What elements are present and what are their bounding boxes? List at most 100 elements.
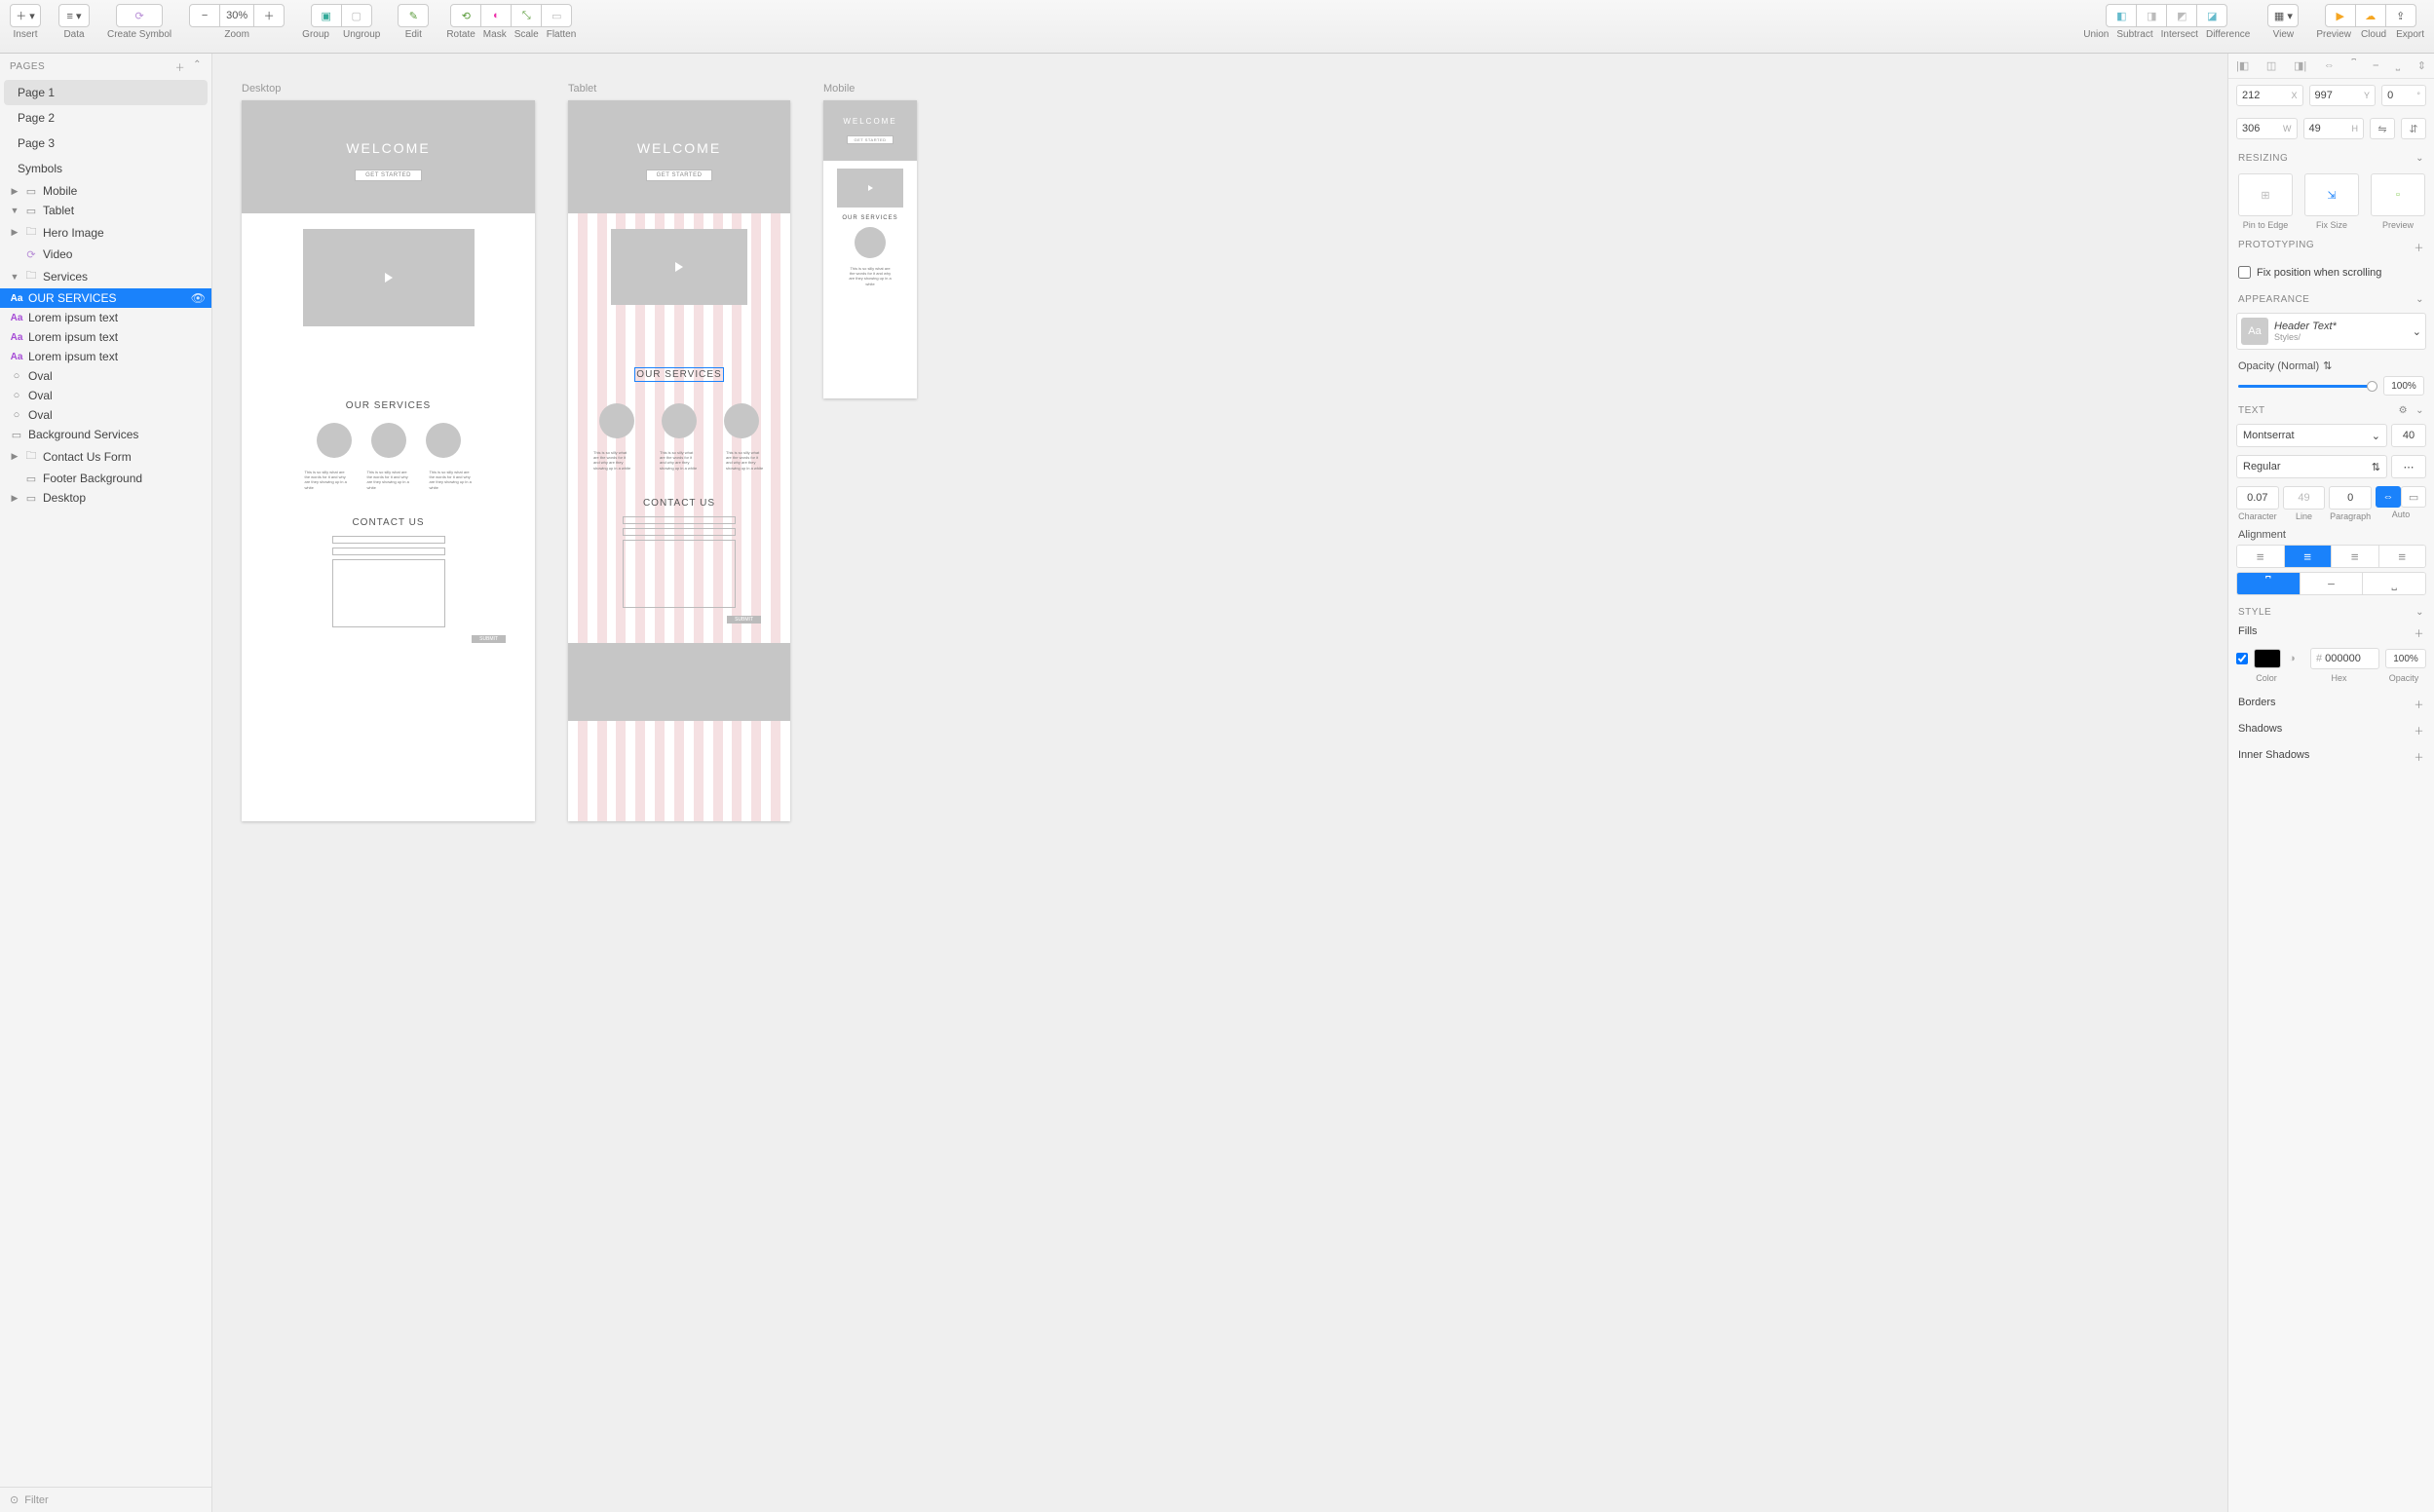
zoom-in-button[interactable]: ＋	[253, 4, 285, 27]
height-input[interactable]: 49H	[2303, 118, 2365, 139]
layer-text[interactable]: AaLorem ipsum text	[0, 308, 211, 327]
layer-group-contact[interactable]: ▶🗀Contact Us Form	[0, 444, 211, 469]
page-item[interactable]: Symbols	[4, 156, 208, 181]
valign-bottom-button[interactable]: ⎵	[2363, 573, 2425, 594]
artboard-tablet[interactable]: WELCOMEGET STARTED OUR SERVICES This is …	[568, 100, 790, 821]
x-input[interactable]: 212X	[2236, 85, 2303, 106]
difference-button[interactable]: ◪	[2196, 4, 2227, 27]
align-right-button[interactable]: ≡	[2332, 546, 2379, 567]
align-middle-icon[interactable]: ⎯	[2374, 59, 2379, 72]
disclosure-icon[interactable]: ▶	[10, 493, 19, 504]
valign-middle-button[interactable]: ⎯	[2301, 573, 2364, 594]
filter-bar[interactable]: ⊙Filter	[0, 1487, 211, 1512]
slider-thumb[interactable]	[2367, 381, 2377, 392]
align-justify-button[interactable]: ≡	[2379, 546, 2426, 567]
view-button[interactable]: ▦ ▾	[2267, 4, 2299, 27]
layer-text[interactable]: AaLorem ipsum text	[0, 347, 211, 366]
intersect-button[interactable]: ◩	[2166, 4, 2197, 27]
layer-text-our-services[interactable]: AaOUR SERVICES👁	[0, 288, 211, 308]
align-top-icon[interactable]: ⎴	[2352, 59, 2356, 72]
opacity-value[interactable]: 100%	[2383, 376, 2424, 396]
canvas[interactable]: Desktop WELCOMEGET STARTED OUR SERVICES …	[212, 54, 2227, 1512]
font-weight-select[interactable]: Regular⇅	[2236, 455, 2387, 478]
add-shadow-icon[interactable]: ＋	[2415, 723, 2425, 737]
fixed-width-button[interactable]: ▭	[2401, 486, 2426, 508]
preview-button[interactable]: ▶	[2325, 4, 2356, 27]
layer-rect[interactable]: ▭Footer Background	[0, 469, 211, 488]
layer-oval[interactable]: ○Oval	[0, 366, 211, 386]
ungroup-button[interactable]: ▢	[341, 4, 372, 27]
paragraph-spacing-input[interactable]: 0	[2329, 486, 2372, 510]
text-style-selector[interactable]: Aa Header Text*Styles/ ⌄	[2236, 313, 2426, 350]
fill-preview-icon[interactable]: ◑	[2289, 653, 2304, 664]
edit-button[interactable]: ✎	[398, 4, 429, 27]
flatten-button[interactable]: ▭	[541, 4, 572, 27]
pin-to-edge-control[interactable]: ⊞	[2238, 173, 2293, 216]
layer-oval[interactable]: ○Oval	[0, 386, 211, 405]
add-inner-shadow-icon[interactable]: ＋	[2415, 749, 2425, 764]
valign-top-button[interactable]: ⎴	[2237, 573, 2301, 594]
artboard-mobile[interactable]: WELCOMEGET STARTED OUR SERVICES This is …	[823, 100, 917, 398]
chevron-down-icon[interactable]: ⌄	[2415, 294, 2424, 305]
page-item[interactable]: Page 3	[4, 131, 208, 156]
union-button[interactable]: ◧	[2106, 4, 2137, 27]
layer-rect[interactable]: ▭Background Services	[0, 425, 211, 444]
add-border-icon[interactable]: ＋	[2415, 697, 2425, 711]
align-center-h-icon[interactable]: ◫	[2266, 59, 2276, 72]
artboard-label-tablet[interactable]: Tablet	[568, 83, 790, 94]
layer-oval[interactable]: ○Oval	[0, 405, 211, 425]
page-item[interactable]: Page 1	[4, 80, 208, 105]
align-bottom-icon[interactable]: ⎵	[2396, 59, 2400, 72]
layer-group-hero[interactable]: ▶🗀Hero Image	[0, 220, 211, 245]
flip-v-button[interactable]: ⇵	[2401, 118, 2426, 139]
auto-width-button[interactable]: ⇔	[2376, 486, 2401, 508]
add-icon[interactable]: ＋	[2415, 240, 2425, 254]
disclosure-icon[interactable]: ▼	[10, 272, 19, 282]
text-options-button[interactable]: ⋯	[2391, 455, 2426, 478]
fix-size-control[interactable]: ⇲	[2304, 173, 2359, 216]
mask-button[interactable]: ◐	[480, 4, 512, 27]
group-button[interactable]: ▣	[311, 4, 342, 27]
distribute-h-icon[interactable]: ⇔	[2324, 59, 2335, 72]
insert-button[interactable]: ＋ ▾	[10, 4, 41, 27]
font-family-select[interactable]: Montserrat⌄	[2236, 424, 2387, 447]
opacity-slider[interactable]	[2238, 385, 2377, 388]
artboard-label-desktop[interactable]: Desktop	[242, 83, 535, 94]
disclosure-icon[interactable]: ▼	[10, 206, 19, 215]
section-title-services-selected[interactable]: OUR SERVICES	[636, 369, 721, 380]
add-fill-icon[interactable]: ＋	[2415, 625, 2425, 640]
layer-artboard-tablet[interactable]: ▼▭Tablet	[0, 201, 211, 220]
align-right-icon[interactable]: ◨|	[2294, 59, 2306, 72]
layer-text[interactable]: AaLorem ipsum text	[0, 327, 211, 347]
data-button[interactable]: ≡ ▾	[58, 4, 90, 27]
blend-mode-icon[interactable]: ⇅	[2323, 359, 2332, 372]
chevron-down-icon[interactable]: ⌄	[2415, 607, 2424, 618]
subtract-button[interactable]: ◨	[2136, 4, 2167, 27]
align-left-button[interactable]: ≡	[2237, 546, 2285, 567]
artboard-desktop[interactable]: WELCOMEGET STARTED OUR SERVICES This is …	[242, 100, 535, 821]
rotate-button[interactable]: ⟲	[450, 4, 481, 27]
fill-enable-checkbox[interactable]	[2236, 653, 2248, 664]
visibility-icon[interactable]: 👁	[191, 291, 206, 305]
cloud-button[interactable]: ☁	[2355, 4, 2386, 27]
flip-h-button[interactable]: ⇋	[2370, 118, 2395, 139]
layer-artboard-desktop[interactable]: ▶▭Desktop	[0, 488, 211, 508]
hex-input[interactable]: #000000	[2310, 648, 2379, 669]
distribute-v-icon[interactable]: ⇕	[2417, 59, 2426, 72]
fill-opacity-input[interactable]: 100%	[2385, 649, 2426, 668]
collapse-pages-icon[interactable]: ⌃	[193, 59, 202, 74]
disclosure-icon[interactable]: ▶	[10, 186, 19, 197]
disclosure-icon[interactable]: ▶	[10, 227, 19, 238]
gear-icon[interactable]: ⚙	[2399, 405, 2408, 416]
char-spacing-input[interactable]: 0.07	[2236, 486, 2279, 510]
fix-position-checkbox[interactable]	[2238, 266, 2251, 279]
fill-color-swatch[interactable]	[2254, 649, 2281, 668]
export-button[interactable]: ⇪	[2385, 4, 2416, 27]
align-left-icon[interactable]: |◧	[2236, 59, 2249, 72]
chevron-down-icon[interactable]: ⌄	[2415, 405, 2424, 416]
page-item[interactable]: Page 2	[4, 105, 208, 131]
width-input[interactable]: 306W	[2236, 118, 2298, 139]
layer-symbol-video[interactable]: ⟳Video	[0, 245, 211, 264]
disclosure-icon[interactable]: ▶	[10, 451, 19, 462]
add-page-icon[interactable]: ＋	[175, 59, 186, 74]
